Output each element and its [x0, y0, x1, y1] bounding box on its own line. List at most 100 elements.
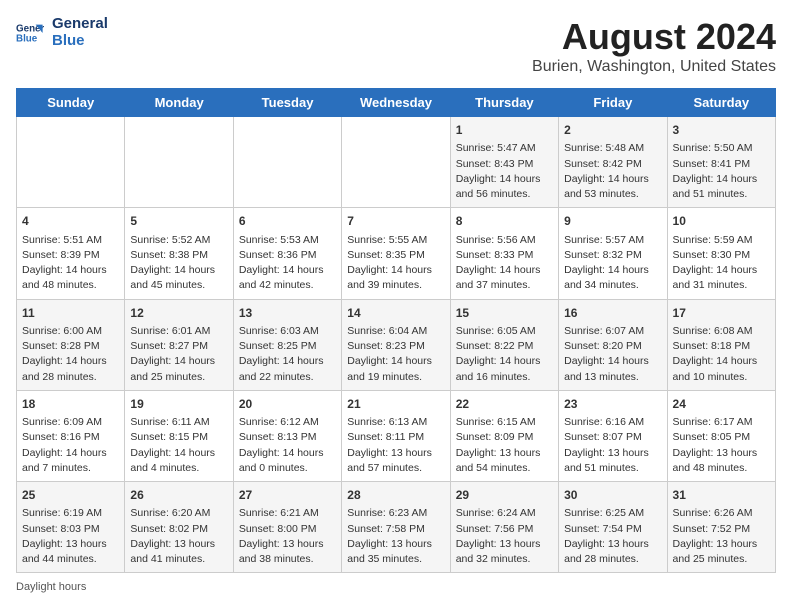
day-content: Sunset: 8:33 PM	[456, 248, 553, 263]
day-content: Daylight: 13 hours	[130, 537, 227, 552]
calendar-week-row: 25Sunrise: 6:19 AMSunset: 8:03 PMDayligh…	[17, 482, 776, 573]
calendar-cell: 4Sunrise: 5:51 AMSunset: 8:39 PMDaylight…	[17, 208, 125, 299]
day-number: 2	[564, 122, 661, 139]
day-content: and 7 minutes.	[22, 461, 119, 476]
day-content: Sunrise: 6:20 AM	[130, 506, 227, 521]
day-content: Daylight: 14 hours	[22, 263, 119, 278]
day-content: Daylight: 14 hours	[239, 263, 336, 278]
day-number: 28	[347, 487, 444, 504]
day-content: Daylight: 14 hours	[239, 446, 336, 461]
day-content: Daylight: 14 hours	[22, 446, 119, 461]
day-content: Daylight: 14 hours	[673, 172, 770, 187]
day-content: Sunrise: 5:53 AM	[239, 233, 336, 248]
calendar-week-row: 11Sunrise: 6:00 AMSunset: 8:28 PMDayligh…	[17, 299, 776, 390]
day-content: Sunset: 8:18 PM	[673, 339, 770, 354]
day-content: Sunrise: 6:00 AM	[22, 324, 119, 339]
calendar-cell: 10Sunrise: 5:59 AMSunset: 8:30 PMDayligh…	[667, 208, 775, 299]
day-content: Daylight: 14 hours	[673, 263, 770, 278]
day-header: Friday	[559, 89, 667, 117]
calendar-cell: 11Sunrise: 6:00 AMSunset: 8:28 PMDayligh…	[17, 299, 125, 390]
day-content: Sunset: 8:09 PM	[456, 430, 553, 445]
day-content: and 51 minutes.	[564, 461, 661, 476]
calendar-cell: 22Sunrise: 6:15 AMSunset: 8:09 PMDayligh…	[450, 390, 558, 481]
calendar-cell: 19Sunrise: 6:11 AMSunset: 8:15 PMDayligh…	[125, 390, 233, 481]
day-number: 7	[347, 213, 444, 230]
calendar-cell: 2Sunrise: 5:48 AMSunset: 8:42 PMDaylight…	[559, 117, 667, 208]
day-number: 26	[130, 487, 227, 504]
day-content: and 54 minutes.	[456, 461, 553, 476]
day-content: and 39 minutes.	[347, 278, 444, 293]
day-number: 17	[673, 305, 770, 322]
calendar-cell: 18Sunrise: 6:09 AMSunset: 8:16 PMDayligh…	[17, 390, 125, 481]
calendar-cell: 12Sunrise: 6:01 AMSunset: 8:27 PMDayligh…	[125, 299, 233, 390]
svg-text:Blue: Blue	[16, 33, 38, 44]
day-content: and 13 minutes.	[564, 370, 661, 385]
day-content: Sunrise: 6:07 AM	[564, 324, 661, 339]
day-content: Sunrise: 6:08 AM	[673, 324, 770, 339]
calendar-week-row: 18Sunrise: 6:09 AMSunset: 8:16 PMDayligh…	[17, 390, 776, 481]
day-content: Sunset: 8:00 PM	[239, 522, 336, 537]
day-content: and 51 minutes.	[673, 187, 770, 202]
day-number: 3	[673, 122, 770, 139]
day-content: Sunrise: 5:51 AM	[22, 233, 119, 248]
day-number: 15	[456, 305, 553, 322]
logo-icon: General Blue	[16, 19, 44, 47]
day-number: 21	[347, 396, 444, 413]
day-content: Sunset: 8:13 PM	[239, 430, 336, 445]
day-content: Sunset: 8:42 PM	[564, 157, 661, 172]
day-number: 18	[22, 396, 119, 413]
day-header: Wednesday	[342, 89, 450, 117]
calendar-cell	[233, 117, 341, 208]
calendar-header: SundayMondayTuesdayWednesdayThursdayFrid…	[17, 89, 776, 117]
day-content: Daylight: 13 hours	[564, 537, 661, 552]
day-content: Sunrise: 6:23 AM	[347, 506, 444, 521]
day-number: 16	[564, 305, 661, 322]
day-header: Sunday	[17, 89, 125, 117]
day-header: Saturday	[667, 89, 775, 117]
day-content: Sunrise: 6:24 AM	[456, 506, 553, 521]
day-content: and 10 minutes.	[673, 370, 770, 385]
day-content: Sunset: 8:28 PM	[22, 339, 119, 354]
day-content: Daylight: 13 hours	[456, 537, 553, 552]
day-content: Sunset: 8:30 PM	[673, 248, 770, 263]
day-content: Sunrise: 5:57 AM	[564, 233, 661, 248]
day-content: and 4 minutes.	[130, 461, 227, 476]
day-content: and 53 minutes.	[564, 187, 661, 202]
day-content: Sunset: 8:36 PM	[239, 248, 336, 263]
day-number: 27	[239, 487, 336, 504]
page-header: General Blue General Blue August 2024 Bu…	[16, 16, 776, 76]
day-content: Daylight: 14 hours	[564, 263, 661, 278]
day-content: Daylight: 14 hours	[456, 354, 553, 369]
day-number: 10	[673, 213, 770, 230]
day-content: and 57 minutes.	[347, 461, 444, 476]
calendar-cell: 15Sunrise: 6:05 AMSunset: 8:22 PMDayligh…	[450, 299, 558, 390]
day-content: and 44 minutes.	[22, 552, 119, 567]
day-content: Daylight: 14 hours	[22, 354, 119, 369]
day-number: 14	[347, 305, 444, 322]
day-number: 6	[239, 213, 336, 230]
day-number: 19	[130, 396, 227, 413]
calendar-cell	[342, 117, 450, 208]
calendar-cell: 25Sunrise: 6:19 AMSunset: 8:03 PMDayligh…	[17, 482, 125, 573]
day-content: Sunrise: 6:16 AM	[564, 415, 661, 430]
calendar-cell: 5Sunrise: 5:52 AMSunset: 8:38 PMDaylight…	[125, 208, 233, 299]
day-content: Sunrise: 6:01 AM	[130, 324, 227, 339]
day-content: Daylight: 13 hours	[673, 537, 770, 552]
day-content: Sunrise: 6:03 AM	[239, 324, 336, 339]
day-content: Sunrise: 6:11 AM	[130, 415, 227, 430]
day-content: Sunrise: 5:50 AM	[673, 141, 770, 156]
day-content: Daylight: 14 hours	[347, 354, 444, 369]
title-area: August 2024 Burien, Washington, United S…	[532, 16, 776, 76]
day-content: Sunset: 7:52 PM	[673, 522, 770, 537]
month-title: August 2024	[532, 16, 776, 58]
day-content: Sunset: 8:05 PM	[673, 430, 770, 445]
day-content: Sunrise: 5:56 AM	[456, 233, 553, 248]
day-content: Sunset: 8:11 PM	[347, 430, 444, 445]
day-content: Sunset: 8:43 PM	[456, 157, 553, 172]
day-content: Daylight: 14 hours	[347, 263, 444, 278]
day-content: Sunrise: 5:47 AM	[456, 141, 553, 156]
day-content: and 35 minutes.	[347, 552, 444, 567]
day-content: and 45 minutes.	[130, 278, 227, 293]
day-content: Sunset: 8:39 PM	[22, 248, 119, 263]
day-content: and 48 minutes.	[22, 278, 119, 293]
